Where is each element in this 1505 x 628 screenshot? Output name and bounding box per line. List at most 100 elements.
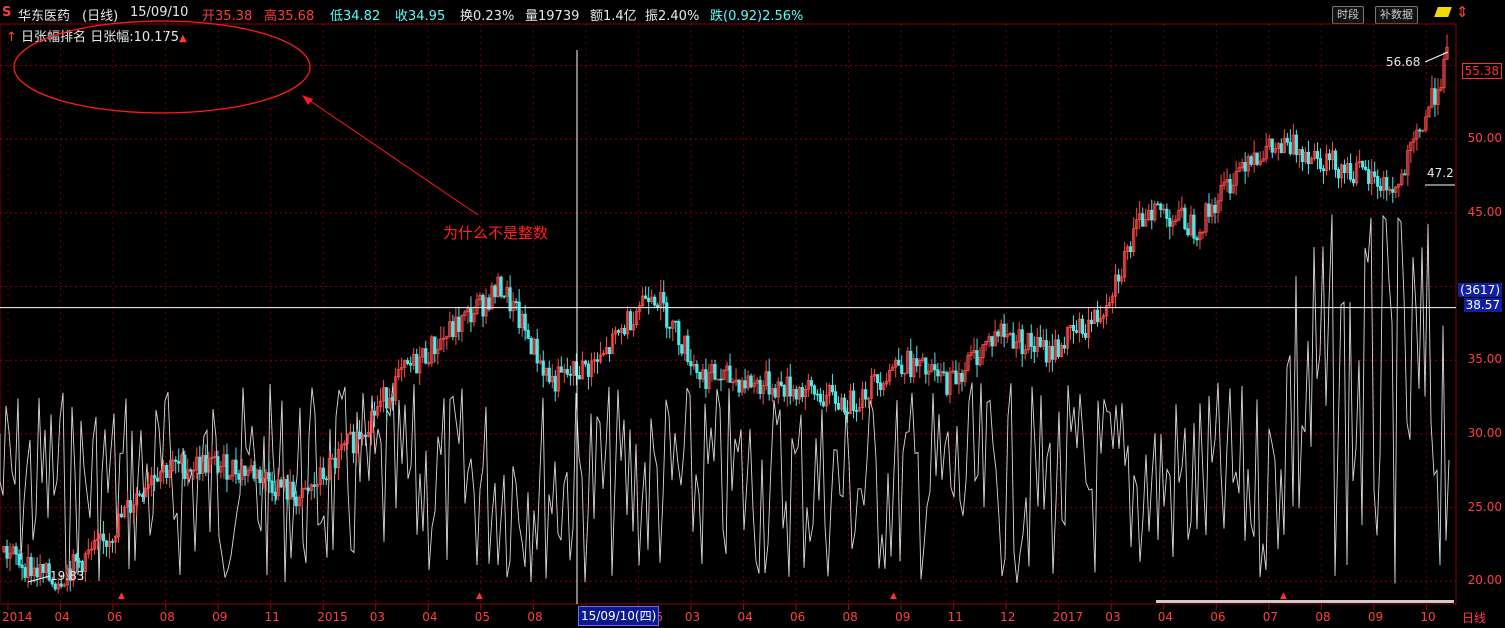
- candle-body: [231, 459, 235, 477]
- x-tick-label: 09: [212, 610, 228, 624]
- candle-body: [927, 370, 931, 375]
- candle-body: [53, 583, 57, 590]
- candle-body: [683, 335, 687, 354]
- annotation-arrow: [305, 97, 479, 216]
- candle-body: [541, 360, 545, 376]
- x-tick-label: 03: [684, 610, 701, 624]
- candle-body: [894, 359, 898, 368]
- supplement-data-button[interactable]: 补数据: [1375, 6, 1418, 24]
- candle-body: [601, 353, 606, 356]
- candle-body: [948, 371, 952, 395]
- candle-body: [635, 310, 639, 326]
- candle-body: [1442, 58, 1446, 88]
- candle-body: [174, 459, 178, 462]
- candle-body: [785, 376, 789, 397]
- candle-body: [400, 366, 404, 370]
- candle-body: [827, 384, 832, 396]
- indicator-overlay: [0, 214, 1450, 584]
- candle-body: [201, 455, 205, 474]
- candle-body: [499, 276, 503, 297]
- candle-body: [204, 455, 208, 473]
- candle-body: [1038, 337, 1042, 347]
- candle-body: [210, 456, 214, 460]
- candle-body: [1367, 168, 1371, 184]
- candle-body: [339, 444, 344, 450]
- candle-body: [1207, 203, 1211, 217]
- candle-body: [857, 407, 862, 412]
- candle-body: [1249, 156, 1253, 165]
- candle-body: [83, 553, 87, 573]
- candle-body: [1315, 150, 1320, 159]
- grid-lines: [0, 24, 1456, 604]
- time-segment-button[interactable]: 时段: [1332, 6, 1364, 24]
- indicator-value: 日张幅:10.175: [90, 30, 180, 45]
- candle-body: [1288, 141, 1292, 155]
- eraser-icon[interactable]: [1434, 7, 1452, 17]
- close-price: 收34.95: [395, 9, 446, 24]
- candle-body: [38, 563, 42, 578]
- candle-body: [975, 350, 979, 366]
- candle-body: [1104, 305, 1109, 317]
- candle-body: [981, 344, 985, 359]
- candle-body: [140, 494, 145, 498]
- candle-body: [851, 390, 856, 411]
- candle-body: [41, 563, 45, 573]
- candle-body: [644, 295, 648, 299]
- candle-body: [821, 401, 826, 407]
- candle-body: [1098, 317, 1103, 323]
- stock-name[interactable]: 华东医药: [18, 5, 70, 24]
- candle-body: [1330, 150, 1335, 161]
- candle-body: [1002, 323, 1006, 338]
- arrow-up-down-icon[interactable]: ⇕: [1456, 3, 1469, 21]
- range-scrollbar: [1156, 600, 1454, 603]
- candle-body: [1126, 246, 1130, 252]
- candle-body: [779, 381, 783, 386]
- candle-body: [1439, 87, 1443, 91]
- candle-body: [1321, 168, 1326, 172]
- candle-body: [812, 385, 816, 395]
- candle-body: [1364, 166, 1368, 170]
- candle-body: [668, 326, 672, 329]
- candle-body: [1035, 337, 1039, 352]
- candle-body: [1065, 327, 1070, 349]
- candle-body: [330, 457, 334, 460]
- candle-body: [264, 472, 268, 479]
- candle-body: [225, 454, 229, 480]
- candle-body: [604, 347, 609, 354]
- x-tick-label: 08: [527, 610, 543, 624]
- candle-body: [1032, 346, 1036, 352]
- x-tick-label: 08: [842, 610, 858, 624]
- candle-body: [767, 371, 771, 395]
- candle-body: [1147, 209, 1151, 221]
- candle-body: [5, 545, 9, 559]
- candle-body: [156, 477, 160, 482]
- period-switch[interactable]: 日线: [1462, 609, 1486, 626]
- candle-body: [237, 473, 241, 480]
- candle-body: [1306, 151, 1311, 165]
- candle-body: [1345, 163, 1350, 174]
- candle-body: [312, 484, 316, 487]
- candle-body: [1279, 143, 1283, 154]
- candle-body: [493, 285, 497, 297]
- candle-body: [309, 484, 313, 491]
- candle-body: [436, 348, 440, 355]
- candle-body: [219, 465, 223, 473]
- candle-body: [1355, 162, 1359, 184]
- candle-body: [186, 469, 190, 480]
- candle-body: [1445, 46, 1449, 60]
- candle-body: [168, 470, 172, 478]
- candle-body: [731, 381, 735, 384]
- candle-body: [481, 294, 485, 317]
- candle-body: [62, 584, 66, 587]
- candle-body: [143, 487, 148, 498]
- candle-body: [276, 479, 280, 497]
- candle-body: [1339, 164, 1344, 179]
- indicator-name[interactable]: 日张幅排名: [21, 30, 86, 45]
- candle-body: [659, 292, 663, 308]
- x-tick-label: 04: [1157, 610, 1173, 624]
- period-label: (日线): [82, 9, 119, 24]
- low-marker-label: 19.83: [50, 569, 85, 583]
- candle-body: [116, 513, 121, 537]
- price-tick-label: 50.00: [1467, 131, 1502, 146]
- candle-body: [315, 484, 319, 487]
